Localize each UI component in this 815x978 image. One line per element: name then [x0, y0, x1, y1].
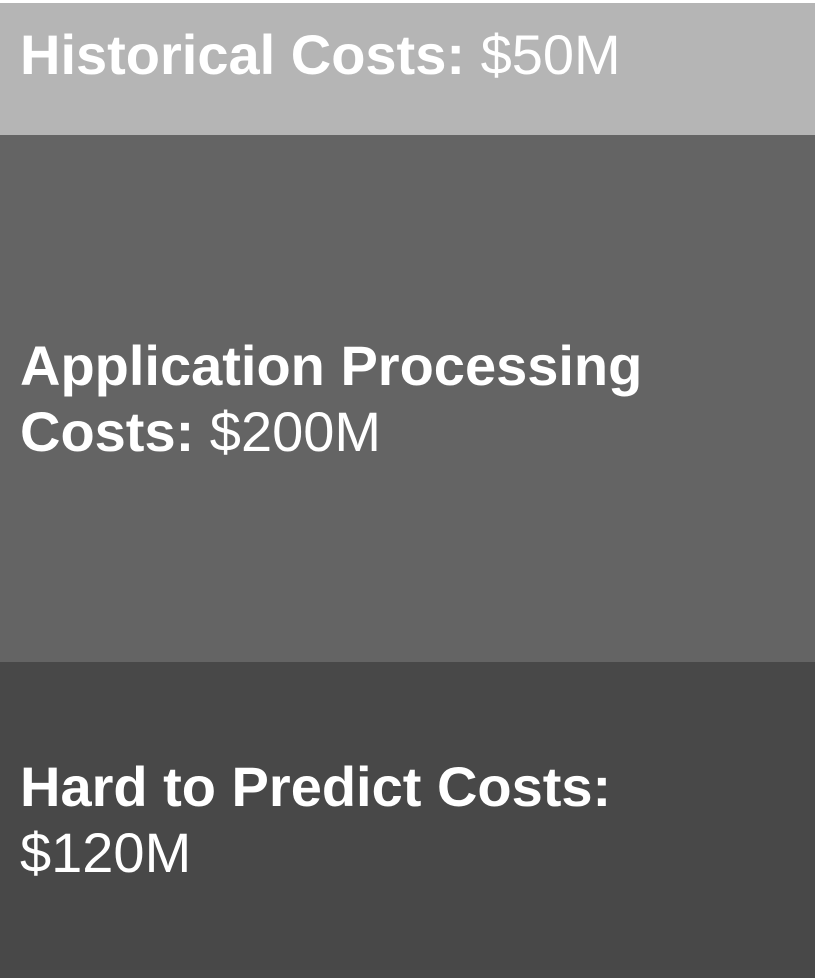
stacked-cost-bar: Historical Costs: $50M Application Proce…	[0, 3, 815, 978]
segment-name: Historical Costs:	[20, 23, 465, 86]
segment-value: $50M	[480, 23, 621, 86]
segment-label: Application Processing Costs: $200M	[20, 333, 680, 465]
segment-value: $120M	[20, 821, 192, 884]
segment-label: Hard to Predict Costs: $120M	[20, 754, 680, 886]
segment-application-processing-costs: Application Processing Costs: $200M	[0, 135, 815, 662]
segment-hard-to-predict-costs: Hard to Predict Costs: $120M	[0, 662, 815, 978]
segment-name: Hard to Predict Costs:	[20, 755, 612, 818]
segment-label: Historical Costs: $50M	[20, 22, 680, 88]
segment-value: $200M	[209, 399, 382, 463]
segment-historical-costs: Historical Costs: $50M	[0, 3, 815, 135]
